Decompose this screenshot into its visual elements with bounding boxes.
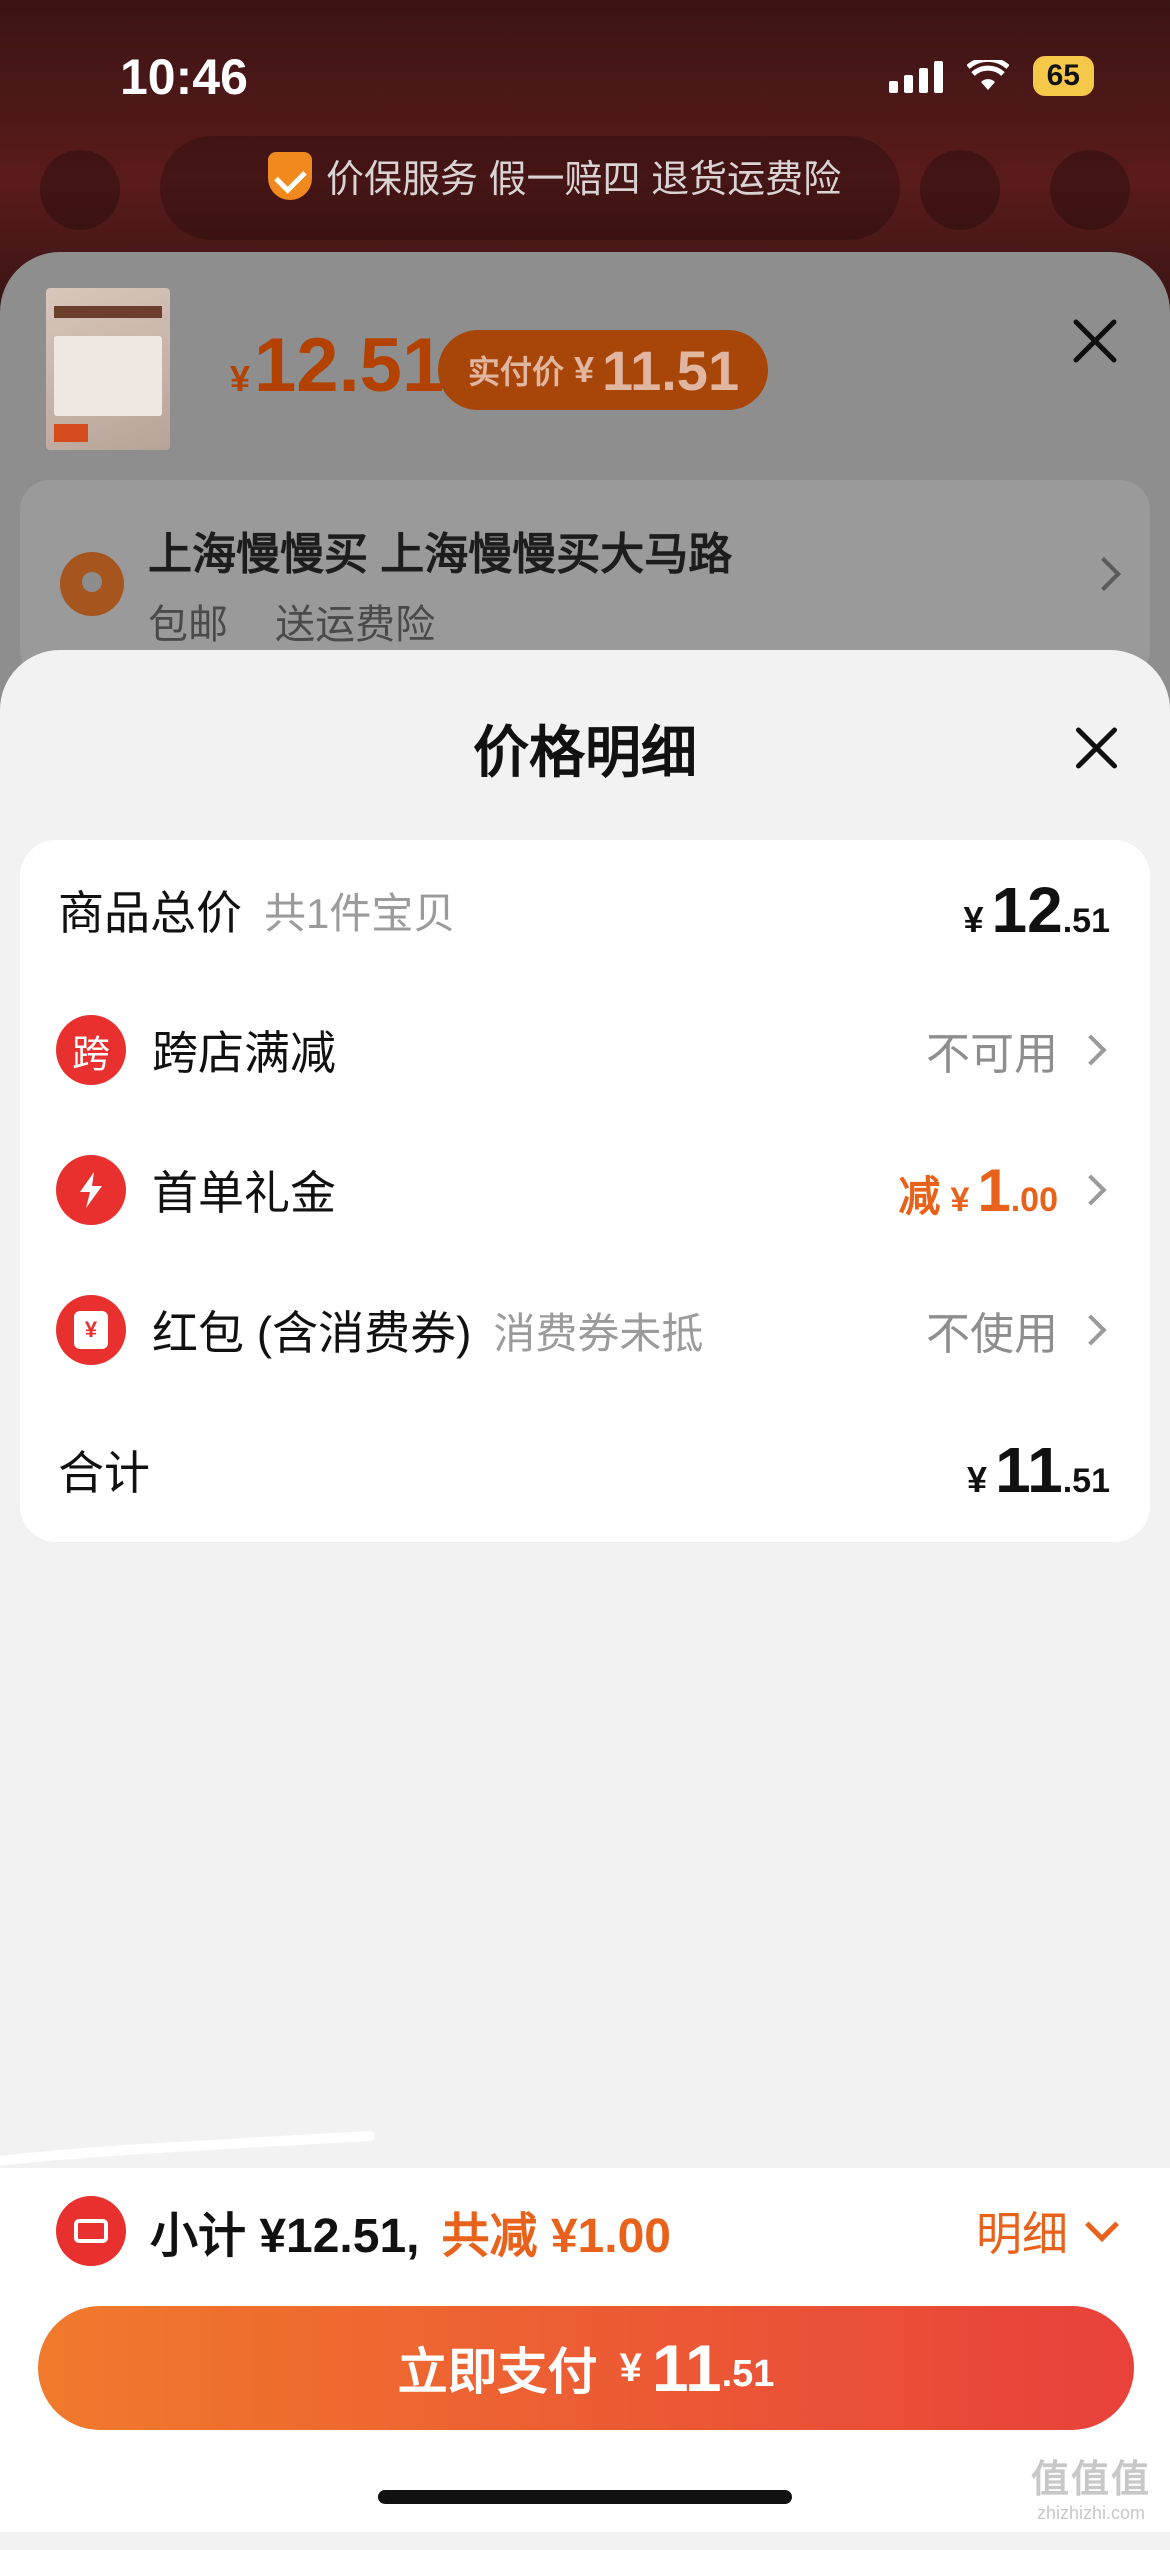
row-value: 不可用 — [926, 1018, 1110, 1082]
first-order-reduction: 减 ¥ 1 .00 — [898, 1156, 1058, 1224]
address-title: 上海慢慢买 上海慢慢买大马路 — [148, 530, 733, 579]
goods-total-price: ¥ 12 .51 — [963, 874, 1110, 946]
product-thumbnail — [46, 288, 170, 450]
row-label: 商品总价 — [58, 887, 242, 939]
service-text: 价保服务 假一赔四 退货运费险 — [326, 159, 842, 201]
redaction-scribble — [0, 2131, 375, 2166]
service-info: 价保服务 假一赔四 退货运费险 — [268, 148, 841, 203]
address-tags: 包邮 送运费险 — [148, 592, 471, 650]
chevron-down-icon — [1085, 2208, 1119, 2242]
red-packet-icon: ¥ — [56, 1295, 126, 1365]
row-sub: 消费券未抵 — [493, 1309, 704, 1357]
detail-toggle[interactable]: 明细 — [976, 2198, 1119, 2264]
close-button[interactable] — [1072, 724, 1120, 772]
row-value: 减 ¥ 1 .00 — [898, 1156, 1110, 1225]
row-goods-total: 商品总价 共1件宝贝 ¥ 12 .51 — [20, 840, 1150, 980]
actual-price-badge: 实付价 ¥11.51 — [438, 330, 768, 410]
subtotal-row: 小计 ¥12.51, 共减 ¥1.00 明细 — [0, 2186, 1170, 2276]
location-pin-icon — [60, 552, 124, 616]
row-label: 跨店满减 — [152, 1027, 336, 1079]
pay-now-button[interactable]: 立即支付 ¥ 11 .51 — [38, 2306, 1134, 2430]
cross-store-icon: 跨 — [56, 1015, 126, 1085]
more-button[interactable] — [1050, 150, 1130, 230]
lightning-icon — [56, 1155, 126, 1225]
sheet-title: 价格明细 — [473, 721, 697, 784]
close-icon[interactable] — [1070, 316, 1120, 366]
chevron-right-icon — [1075, 1174, 1107, 1206]
address-tag: 送运费险 — [275, 603, 436, 647]
row-first-order-gift[interactable]: 首单礼金 减 ¥ 1 .00 — [20, 1120, 1150, 1260]
subtotal-text: 小计 ¥12.51, — [150, 2210, 420, 2263]
ticket-icon — [56, 2196, 126, 2266]
row-red-packet[interactable]: ¥ 红包 (含消费券) 消费券未抵 不使用 — [20, 1260, 1150, 1400]
signal-icon — [888, 59, 943, 93]
row-label: 首单礼金 — [152, 1167, 336, 1219]
row-cross-store-discount[interactable]: 跨 跨店满减 不可用 — [20, 980, 1150, 1120]
back-button[interactable] — [40, 150, 120, 230]
row-sum: 合计 ¥ 11 .51 — [20, 1400, 1150, 1540]
battery-indicator: 65 — [1032, 56, 1094, 96]
row-sub: 共1件宝贝 — [264, 889, 456, 937]
row-label: 合计 — [58, 1447, 150, 1499]
status-time: 10:46 — [120, 49, 248, 105]
shield-icon — [268, 151, 312, 200]
price-detail-card: 商品总价 共1件宝贝 ¥ 12 .51 跨 跨店满减 不可用 首单礼金 减 ¥ … — [20, 840, 1150, 1542]
discount-text: 共减 ¥1.00 — [441, 2210, 671, 2263]
address-tag: 包邮 — [148, 603, 228, 647]
cart-button[interactable] — [920, 150, 1000, 230]
row-value: 不使用 — [926, 1298, 1110, 1362]
sum-price: ¥ 11 .51 — [967, 1434, 1110, 1506]
status-icons: 65 — [888, 56, 1094, 96]
row-label: 红包 (含消费券) — [152, 1307, 472, 1359]
home-indicator — [378, 2490, 792, 2504]
chevron-right-icon — [1075, 1034, 1107, 1066]
watermark: 值值值 zhizhizhi.com — [1030, 2459, 1151, 2523]
wifi-icon — [966, 60, 1009, 90]
chevron-right-icon — [1075, 1314, 1107, 1346]
product-price: ¥12.51 — [230, 323, 445, 408]
